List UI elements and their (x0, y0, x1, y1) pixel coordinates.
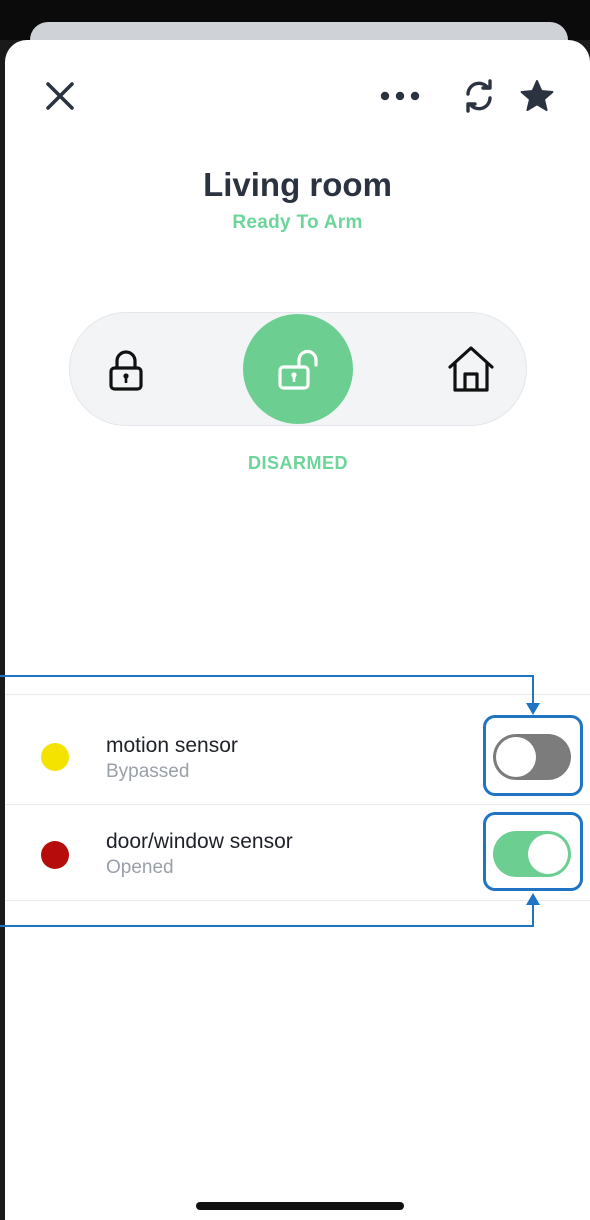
list-divider (5, 900, 590, 901)
home-indicator (196, 1202, 404, 1210)
star-icon (520, 80, 554, 111)
toggle-highlight-box (483, 812, 583, 891)
arm-status-text: Ready To Arm (232, 212, 363, 233)
favorite-button[interactable] (514, 74, 560, 118)
callout-arrow-up-icon (526, 893, 540, 905)
page-title: Living room (203, 166, 392, 203)
sensor-status: Opened (106, 857, 174, 878)
refresh-button[interactable] (456, 74, 502, 118)
lock-closed-icon (109, 350, 143, 391)
house-icon (448, 346, 494, 392)
close-icon (46, 82, 74, 110)
callout-line (532, 903, 534, 927)
more-button[interactable] (374, 76, 426, 116)
callout-line (0, 675, 534, 677)
list-divider (5, 694, 590, 695)
callout-line (0, 925, 534, 927)
sensor-status-dot (41, 841, 69, 869)
security-state-label: DISARMED (247, 453, 348, 473)
sensor-status-dot (41, 743, 69, 771)
home-mode-button[interactable] (440, 338, 502, 400)
callout-arrow-down-icon (526, 703, 540, 715)
lock-open-icon (278, 349, 318, 390)
disarm-mode-button[interactable] (243, 314, 353, 424)
close-button[interactable] (36, 76, 84, 116)
list-divider (5, 804, 590, 805)
toggle-highlight-box (483, 715, 583, 796)
sensor-name: motion sensor (106, 734, 238, 757)
refresh-icon (466, 79, 492, 113)
sensor-name: door/window sensor (106, 830, 293, 853)
sensor-status: Bypassed (106, 761, 190, 782)
more-icon (380, 91, 420, 101)
away-mode-button[interactable] (96, 340, 156, 400)
callout-line (532, 675, 534, 705)
